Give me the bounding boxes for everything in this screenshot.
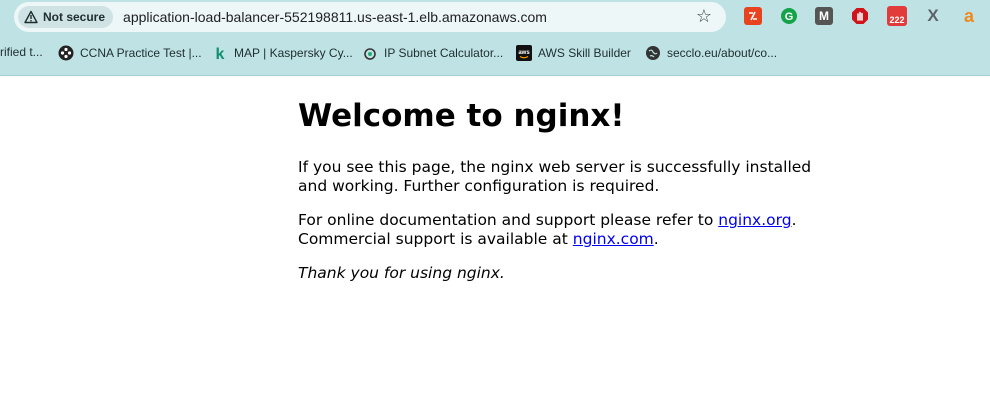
- extension-red-icon[interactable]: [744, 7, 762, 25]
- warning-icon: [24, 10, 38, 24]
- bookmark-item[interactable]: rified t...: [0, 45, 43, 59]
- docs-period: .: [791, 211, 797, 229]
- address-bar[interactable]: Not secure application-load-balancer-552…: [14, 2, 726, 32]
- bookmark-item[interactable]: secclo.eu/about/co...: [645, 45, 777, 61]
- page-content: Welcome to nginx! If you see this page, …: [298, 96, 818, 298]
- svg-text:k: k: [216, 46, 225, 61]
- commercial-period: .: [653, 230, 659, 248]
- svg-text:G: G: [785, 11, 794, 23]
- nginx-com-link[interactable]: nginx.com: [573, 230, 654, 248]
- commercial-text: Commercial support is available at: [298, 230, 573, 248]
- bookmark-star-icon[interactable]: ☆: [696, 7, 712, 27]
- ccna-icon: [58, 45, 74, 61]
- bookmark-label: rified t...: [0, 45, 43, 59]
- docs-text: For online documentation and support ple…: [298, 211, 719, 229]
- subnet-calculator-icon: [362, 45, 378, 61]
- bookmark-item[interactable]: IP Subnet Calculator...: [362, 45, 503, 61]
- bookmark-label: secclo.eu/about/co...: [667, 46, 778, 60]
- page-title: Welcome to nginx!: [298, 98, 625, 134]
- aws-icon: aws: [516, 45, 532, 61]
- bookmark-label: CCNA Practice Test |...: [80, 46, 202, 60]
- bookmark-label: AWS Skill Builder: [538, 46, 631, 60]
- adblock-icon[interactable]: [851, 7, 869, 25]
- bookmark-item[interactable]: aws AWS Skill Builder: [516, 45, 631, 61]
- bookmark-label: MAP | Kaspersky Cy...: [234, 46, 353, 60]
- calendar-badge-icon[interactable]: 222: [887, 6, 907, 26]
- security-chip[interactable]: Not secure: [18, 6, 114, 28]
- svg-text:aws: aws: [518, 50, 530, 56]
- globe-icon: [645, 45, 661, 61]
- bookmark-item[interactable]: CCNA Practice Test |...: [58, 45, 202, 61]
- bookmark-label: IP Subnet Calculator...: [384, 46, 504, 60]
- nginx-org-link[interactable]: nginx.org: [718, 211, 791, 229]
- bookmarks-bar: rified t... CCNA Practice Test |... k MA…: [0, 42, 990, 66]
- x-icon[interactable]: X: [924, 6, 942, 25]
- thanks-paragraph: Thank you for using nginx.: [298, 264, 818, 283]
- grammarly-icon[interactable]: G: [780, 7, 798, 25]
- url-text[interactable]: application-load-balancer-552198811.us-e…: [123, 9, 547, 25]
- docs-paragraph: For online documentation and support ple…: [298, 211, 818, 249]
- kaspersky-icon: k: [212, 45, 228, 61]
- security-label: Not secure: [43, 10, 106, 24]
- browser-chrome: Not secure application-load-balancer-552…: [0, 0, 990, 76]
- intro-paragraph: If you see this page, the nginx web serv…: [298, 158, 812, 195]
- m-extension-icon[interactable]: M: [815, 7, 833, 25]
- bookmark-item[interactable]: k MAP | Kaspersky Cy...: [212, 45, 353, 61]
- thanks-text: Thank you for using nginx.: [298, 264, 505, 282]
- amazon-assistant-icon[interactable]: a: [960, 6, 978, 26]
